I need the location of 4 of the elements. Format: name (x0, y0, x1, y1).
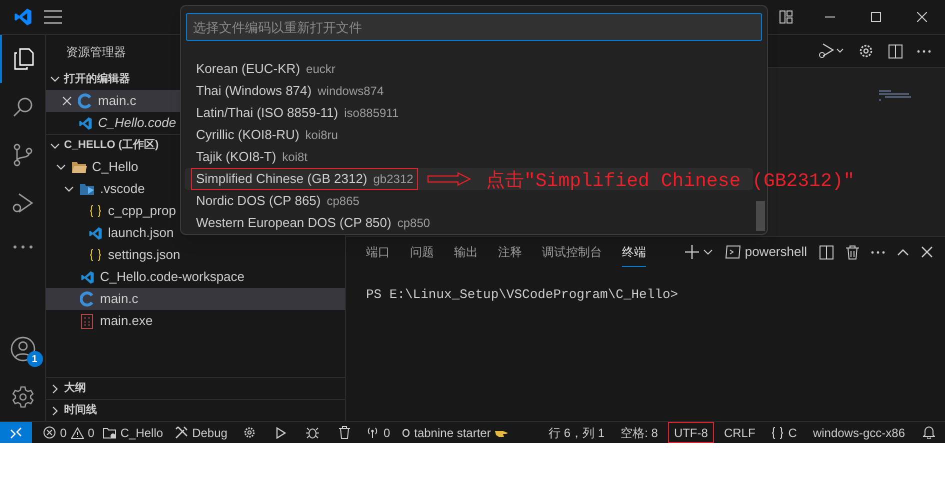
notification-badge: 1 (26, 351, 42, 367)
terminal-line: PS E:\Linux_Setup\VSCodeProgram\C_Hello> (366, 286, 680, 304)
annotation-text: 点击″Simplified Chinese (GB2312)″ (486, 169, 855, 194)
sidebar-title: 资源管理器 (66, 44, 126, 60)
